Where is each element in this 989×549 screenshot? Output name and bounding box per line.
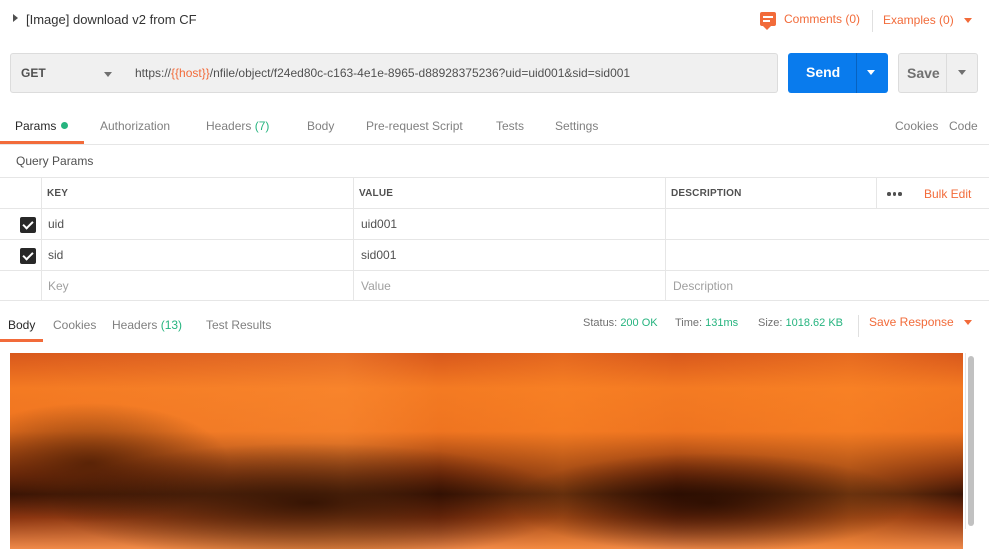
- column-divider: [353, 178, 354, 208]
- send-button[interactable]: Send: [788, 53, 888, 93]
- active-dot-icon: [61, 122, 69, 129]
- tab-test-results[interactable]: Test Results: [206, 318, 271, 332]
- tab-body[interactable]: Body: [307, 119, 334, 133]
- tab-params-label: Params: [15, 119, 57, 133]
- column-header-description: DESCRIPTION: [671, 188, 742, 199]
- save-label: Save: [907, 65, 940, 81]
- method-select[interactable]: GET: [10, 53, 126, 93]
- tab-settings[interactable]: Settings: [555, 119, 598, 133]
- status-readout: Status: 200 OK: [583, 317, 658, 329]
- tab-headers[interactable]: Headers (7): [206, 119, 269, 133]
- tab-headers-label: Headers: [206, 119, 252, 133]
- chevron-down-icon: [963, 319, 972, 325]
- tab-response-cookies[interactable]: Cookies: [53, 318, 96, 332]
- divider: [946, 54, 947, 92]
- param-key[interactable]: uid: [48, 217, 64, 231]
- code-link[interactable]: Code: [949, 119, 978, 133]
- column-divider: [665, 209, 666, 239]
- param-key[interactable]: sid: [48, 248, 63, 262]
- table-row: uid uid001: [0, 208, 989, 239]
- bulk-edit-link[interactable]: Bulk Edit: [924, 187, 971, 201]
- method-label: GET: [21, 66, 46, 80]
- query-params-label: Query Params: [16, 154, 94, 168]
- column-divider: [665, 240, 666, 270]
- param-enabled-checkbox[interactable]: [20, 217, 36, 233]
- time-label: Time:: [675, 317, 703, 329]
- tab-tests[interactable]: Tests: [496, 119, 524, 133]
- column-divider: [665, 271, 666, 300]
- divider: [872, 10, 873, 32]
- size-value[interactable]: 1018.62 KB: [786, 317, 844, 329]
- tab-response-headers-label: Headers: [112, 318, 158, 332]
- status-value[interactable]: 200 OK: [620, 317, 657, 329]
- expand-caret-icon[interactable]: [13, 14, 18, 22]
- size-label: Size:: [758, 317, 783, 329]
- divider: [858, 315, 859, 337]
- column-divider: [41, 240, 42, 270]
- column-divider: [41, 178, 42, 208]
- column-divider: [353, 209, 354, 239]
- tab-response-body[interactable]: Body: [8, 318, 35, 332]
- new-description-input[interactable]: Description: [673, 279, 733, 293]
- table-header-row: KEY VALUE DESCRIPTION Bulk Edit: [0, 177, 989, 208]
- chevron-down-icon: [104, 72, 112, 77]
- size-readout: Size: 1018.62 KB: [758, 317, 843, 329]
- request-tabs: Params Authorization Headers (7) Body Pr…: [0, 107, 989, 145]
- column-divider: [41, 209, 42, 239]
- send-options-chevron-icon[interactable]: [867, 70, 875, 75]
- column-divider: [665, 178, 666, 208]
- tab-params[interactable]: Params: [15, 119, 69, 133]
- time-readout: Time: 131ms: [675, 317, 738, 329]
- url-prefix: https://: [135, 66, 172, 80]
- save-response-label: Save Response: [869, 315, 954, 329]
- url-input[interactable]: https://{{host}}/nfile/object/f24ed80c-c…: [125, 53, 778, 93]
- table-row-new: Key Value Description: [0, 270, 989, 301]
- column-header-value: VALUE: [359, 188, 394, 199]
- param-value[interactable]: uid001: [361, 217, 397, 231]
- tab-response-headers[interactable]: Headers (13): [112, 318, 182, 332]
- new-value-input[interactable]: Value: [361, 279, 391, 293]
- request-title-bar: [Image] download v2 from CF Comments (0)…: [0, 0, 989, 40]
- active-tab-indicator: [0, 141, 84, 144]
- chevron-down-icon: [963, 17, 972, 23]
- url-suffix: /nfile/object/f24ed80c-c163-4e1e-8965-d8…: [209, 66, 631, 80]
- tab-authorization[interactable]: Authorization: [100, 119, 170, 133]
- column-divider: [41, 271, 42, 300]
- comments-button[interactable]: Comments (0): [760, 12, 861, 30]
- tab-pre-request-script[interactable]: Pre-request Script: [366, 119, 463, 133]
- tab-headers-count: (7): [254, 119, 270, 133]
- param-value[interactable]: sid001: [361, 248, 396, 262]
- response-image-preview: [10, 353, 963, 549]
- send-label: Send: [806, 64, 841, 80]
- save-button[interactable]: Save: [898, 53, 978, 93]
- new-key-input[interactable]: Key: [48, 279, 69, 293]
- table-row: sid sid001: [0, 239, 989, 270]
- request-title[interactable]: [Image] download v2 from CF: [26, 12, 197, 27]
- column-divider: [876, 178, 877, 208]
- active-tab-indicator: [0, 339, 43, 342]
- comments-label: Comments (0): [784, 12, 861, 26]
- divider: [856, 53, 857, 93]
- column-header-key: KEY: [47, 188, 69, 199]
- more-options-icon[interactable]: [887, 192, 902, 196]
- comment-icon: [760, 12, 776, 30]
- param-enabled-checkbox[interactable]: [20, 248, 36, 264]
- examples-label: Examples (0): [883, 13, 954, 27]
- column-divider: [353, 271, 354, 300]
- save-options-chevron-icon[interactable]: [958, 70, 966, 75]
- time-value[interactable]: 131ms: [705, 317, 738, 329]
- cookies-link[interactable]: Cookies: [895, 119, 938, 133]
- status-label: Status:: [583, 317, 618, 329]
- tab-response-headers-count: (13): [160, 318, 183, 332]
- column-divider: [353, 240, 354, 270]
- scrollbar-thumb[interactable]: [968, 356, 974, 526]
- save-response-button[interactable]: Save Response: [869, 315, 972, 329]
- url-variable: {{host}}: [171, 66, 210, 80]
- response-tabs: Body Cookies Headers (13) Test Results S…: [0, 309, 989, 343]
- examples-dropdown[interactable]: Examples (0): [883, 13, 972, 27]
